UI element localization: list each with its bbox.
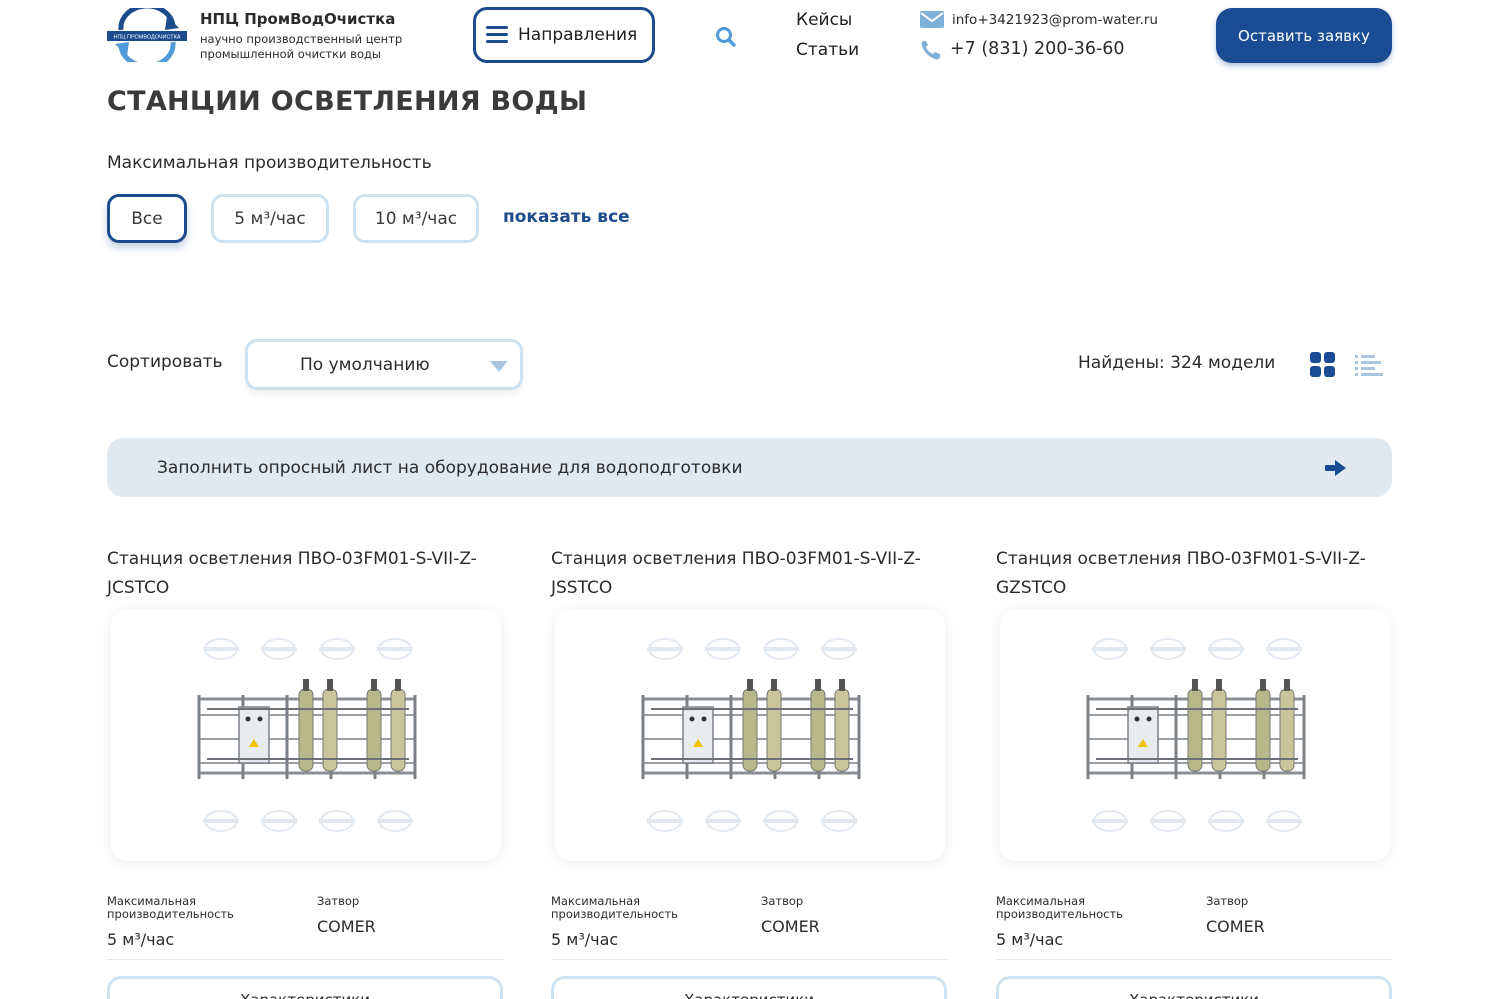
product-title[interactable]: Станция осветления ПВО-03FM01-S-VII-Z-GZ… [996, 545, 1396, 603]
watermark-logo [203, 810, 239, 832]
watermark-logo [261, 638, 297, 660]
station-frame [197, 679, 417, 779]
product-details-button[interactable]: Характеристики [551, 976, 947, 999]
watermark-logo [647, 638, 683, 660]
directions-menu-label: Направления [518, 25, 638, 45]
spec-capacity-value: 5 м³/час [107, 930, 175, 949]
control-cabinet [238, 706, 270, 764]
spec-capacity-label: Максимальная производительность [551, 894, 678, 921]
logo-text: НПЦ ПРОМВОДОЧИСТКА [113, 35, 180, 41]
watermark-logo [821, 638, 857, 660]
card-divider [551, 959, 947, 960]
card-divider [107, 959, 503, 960]
spec-valve-label: Затвор [1206, 894, 1249, 908]
menu-icon [486, 26, 508, 44]
brand-subtitle: научно производственный центр промышленн… [200, 32, 403, 61]
spec-capacity-label: Максимальная производительность [107, 894, 234, 921]
page-title: СТАНЦИИ ОСВЕТЛЕНИЯ ВОДЫ [107, 86, 588, 117]
nav-link-cases[interactable]: Кейсы [796, 10, 852, 30]
watermark-logo [261, 810, 297, 832]
list-view-icon[interactable] [1355, 354, 1383, 376]
product-image[interactable] [1000, 609, 1390, 861]
watermark-logo [763, 638, 799, 660]
leave-request-button[interactable]: Оставить заявку [1216, 8, 1392, 63]
spec-capacity-label: Максимальная производительность [996, 894, 1123, 921]
results-count: Найдены: 324 модели [1078, 353, 1276, 373]
company-logo[interactable]: НПЦ ПРОМВОДОЧИСТКА [107, 3, 187, 69]
contact-email[interactable]: info+3421923@prom-water.ru [952, 12, 1158, 28]
product-image[interactable] [111, 609, 501, 861]
chevron-down-icon [490, 361, 508, 372]
product-details-button[interactable]: Характеристики [996, 976, 1392, 999]
product-title[interactable]: Станция осветления ПВО-03FM01-S-VII-Z-JS… [551, 545, 951, 603]
search-icon[interactable] [713, 24, 739, 50]
contact-phone[interactable]: +7 (831) 200-36-60 [950, 39, 1125, 59]
survey-banner[interactable]: Заполнить опросный лист на оборудование … [107, 438, 1392, 497]
arrow-right-icon [1325, 460, 1347, 476]
grid-view-icon[interactable] [1310, 352, 1336, 378]
water-station-illustration [197, 638, 417, 832]
watermark-logo [1208, 810, 1244, 832]
spec-valve-label: Затвор [761, 894, 804, 908]
filter-chip-10[interactable]: 10 м³/час [353, 194, 479, 243]
watermark-logo [1266, 810, 1302, 832]
spec-valve-value: COMER [761, 917, 820, 936]
station-frame [641, 679, 861, 779]
watermark-logo [1092, 810, 1128, 832]
watermark-logo [705, 810, 741, 832]
spec-valve-label: Затвор [317, 894, 360, 908]
product-card[interactable]: Станция осветления ПВО-03FM01-S-VII-Z-GZ… [996, 545, 1392, 999]
spec-valve-value: COMER [1206, 917, 1265, 936]
filter-chip-all[interactable]: Все [107, 194, 187, 243]
watermark-logo [1208, 638, 1244, 660]
sort-selected-value: По умолчанию [300, 354, 430, 375]
watermark-logo [647, 810, 683, 832]
product-image[interactable] [555, 609, 945, 861]
sort-select[interactable]: По умолчанию [245, 339, 523, 390]
station-frame [1086, 679, 1306, 779]
brand-name: НПЦ ПромВодОчистка [200, 10, 396, 28]
spec-capacity-value: 5 м³/час [551, 930, 619, 949]
watermark-logo [1150, 638, 1186, 660]
watermark-logo [763, 810, 799, 832]
show-all-link[interactable]: показать все [503, 207, 630, 227]
filter-label: Максимальная производительность [107, 153, 432, 173]
water-station-illustration [1086, 638, 1306, 832]
card-divider [996, 959, 1392, 960]
survey-banner-text: Заполнить опросный лист на оборудование … [157, 457, 743, 478]
filter-chip-5[interactable]: 5 м³/час [211, 194, 329, 243]
watermark-logo [1266, 638, 1302, 660]
sort-label: Сортировать [107, 352, 223, 372]
phone-icon [919, 39, 945, 61]
watermark-logo [203, 638, 239, 660]
watermark-logo [377, 638, 413, 660]
watermark-logo [705, 638, 741, 660]
watermark-logo [1150, 810, 1186, 832]
product-card[interactable]: Станция осветления ПВО-03FM01-S-VII-Z-JS… [551, 545, 947, 999]
product-details-button[interactable]: Характеристики [107, 976, 503, 999]
directions-menu-button[interactable]: Направления [473, 7, 655, 63]
spec-valve-value: COMER [317, 917, 376, 936]
spec-capacity-value: 5 м³/час [996, 930, 1064, 949]
control-cabinet [682, 706, 714, 764]
watermark-logo [1092, 638, 1128, 660]
water-station-illustration [641, 638, 861, 832]
watermark-logo [377, 810, 413, 832]
product-card[interactable]: Станция осветления ПВО-03FM01-S-VII-Z-JC… [107, 545, 503, 999]
control-cabinet [1127, 706, 1159, 764]
product-title[interactable]: Станция осветления ПВО-03FM01-S-VII-Z-JC… [107, 545, 507, 603]
watermark-logo [319, 638, 355, 660]
watermark-logo [319, 810, 355, 832]
watermark-logo [821, 810, 857, 832]
nav-link-articles[interactable]: Статьи [796, 40, 859, 60]
mail-icon [919, 9, 945, 31]
